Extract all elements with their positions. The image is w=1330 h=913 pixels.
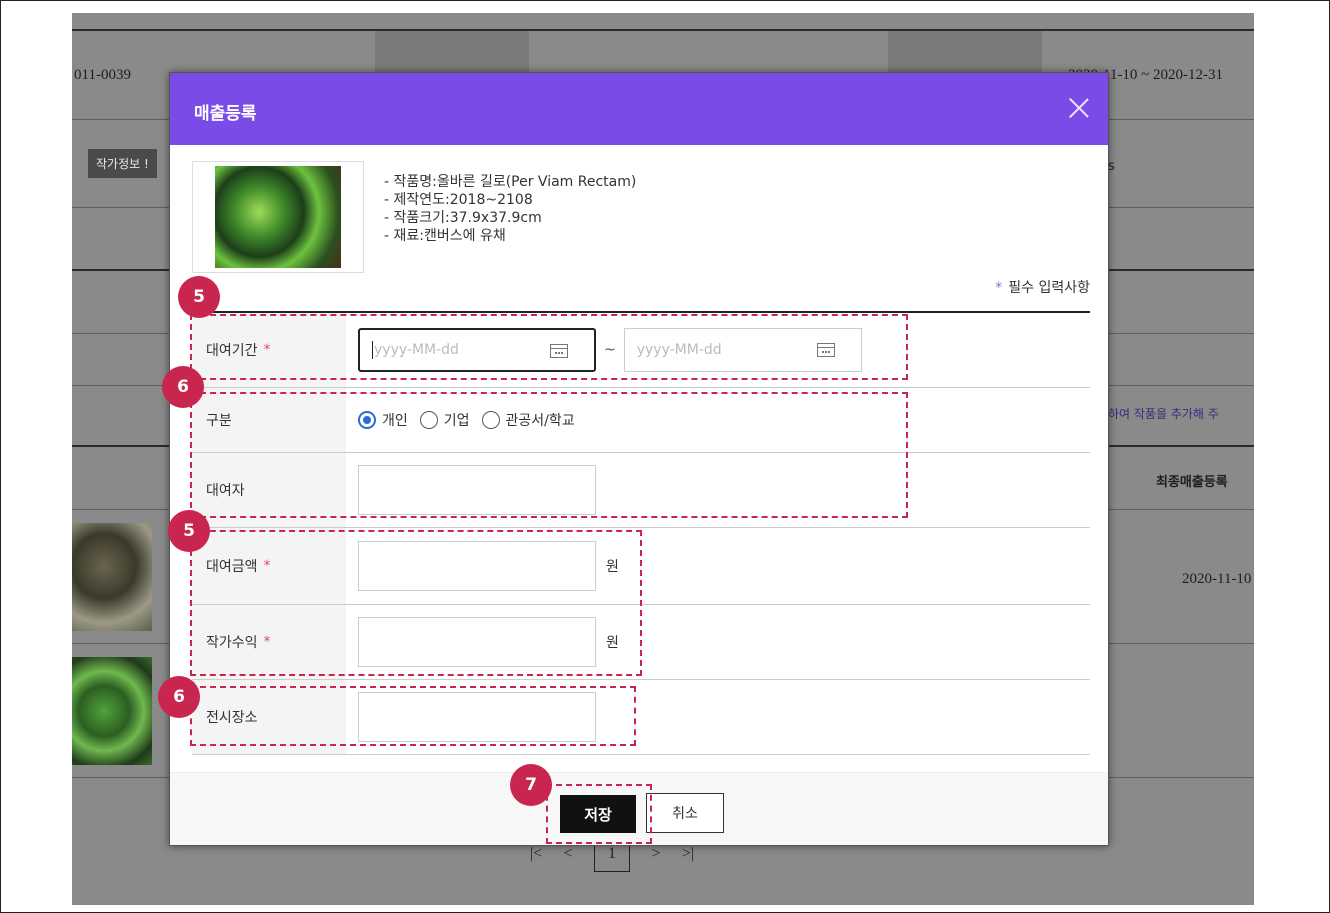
annotation-badge: 5	[178, 276, 220, 318]
artwork-material: - 재료:캔버스에 유채	[384, 228, 506, 244]
last-page-button[interactable]: >|	[672, 845, 704, 863]
artwork-info: - 작품명:올바른 길로(Per Viam Rectam) - 제작연도:201…	[384, 173, 636, 245]
last-sales-header: 최종매출등록	[1156, 475, 1228, 490]
annotation-badge: 5	[168, 510, 210, 552]
next-page-button[interactable]: >	[640, 845, 672, 863]
annotation-box-amounts	[190, 530, 642, 676]
annotation-box-rental-period	[190, 314, 908, 380]
artwork-thumbnail	[72, 523, 152, 631]
s-mark: s	[72, 159, 73, 174]
table-top-border	[72, 29, 1254, 31]
cancel-button[interactable]: 취소	[646, 793, 724, 833]
contract-number: 011-0039	[74, 67, 131, 83]
artwork-size: - 작품크기:37.9x37.9cm	[384, 210, 542, 226]
artwork-image	[192, 161, 364, 273]
close-icon[interactable]	[1064, 93, 1094, 123]
add-artwork-hint: 하여 작품을 추가해 주	[1108, 407, 1219, 421]
required-star: *	[995, 280, 1003, 296]
annotation-badge: 7	[510, 764, 552, 806]
annotation-box-save	[546, 784, 652, 844]
artwork-thumbnail	[72, 657, 152, 765]
annotation-box-location	[190, 686, 636, 746]
artwork-name: - 작품명:올바른 길로(Per Viam Rectam)	[384, 174, 637, 190]
modal-title: 매출등록	[194, 104, 257, 124]
row-date: 2020-11-10	[1182, 571, 1252, 587]
artist-info-button[interactable]: 작가정보 !	[88, 149, 157, 178]
modal-header: 매출등록	[170, 73, 1108, 145]
s-mark-right: s	[1108, 159, 1115, 174]
required-note-text: 필수 입력사항	[1008, 280, 1090, 296]
first-page-button[interactable]: |<	[520, 845, 552, 863]
annotation-box-category-renter	[190, 392, 908, 518]
artwork-picture	[215, 166, 341, 268]
prev-page-button[interactable]: <	[552, 845, 584, 863]
required-note: * 필수 입력사항	[995, 277, 1090, 297]
annotation-badge: 6	[158, 676, 200, 718]
annotation-badge: 6	[162, 366, 204, 408]
artwork-year: - 제작연도:2018~2108	[384, 192, 533, 208]
